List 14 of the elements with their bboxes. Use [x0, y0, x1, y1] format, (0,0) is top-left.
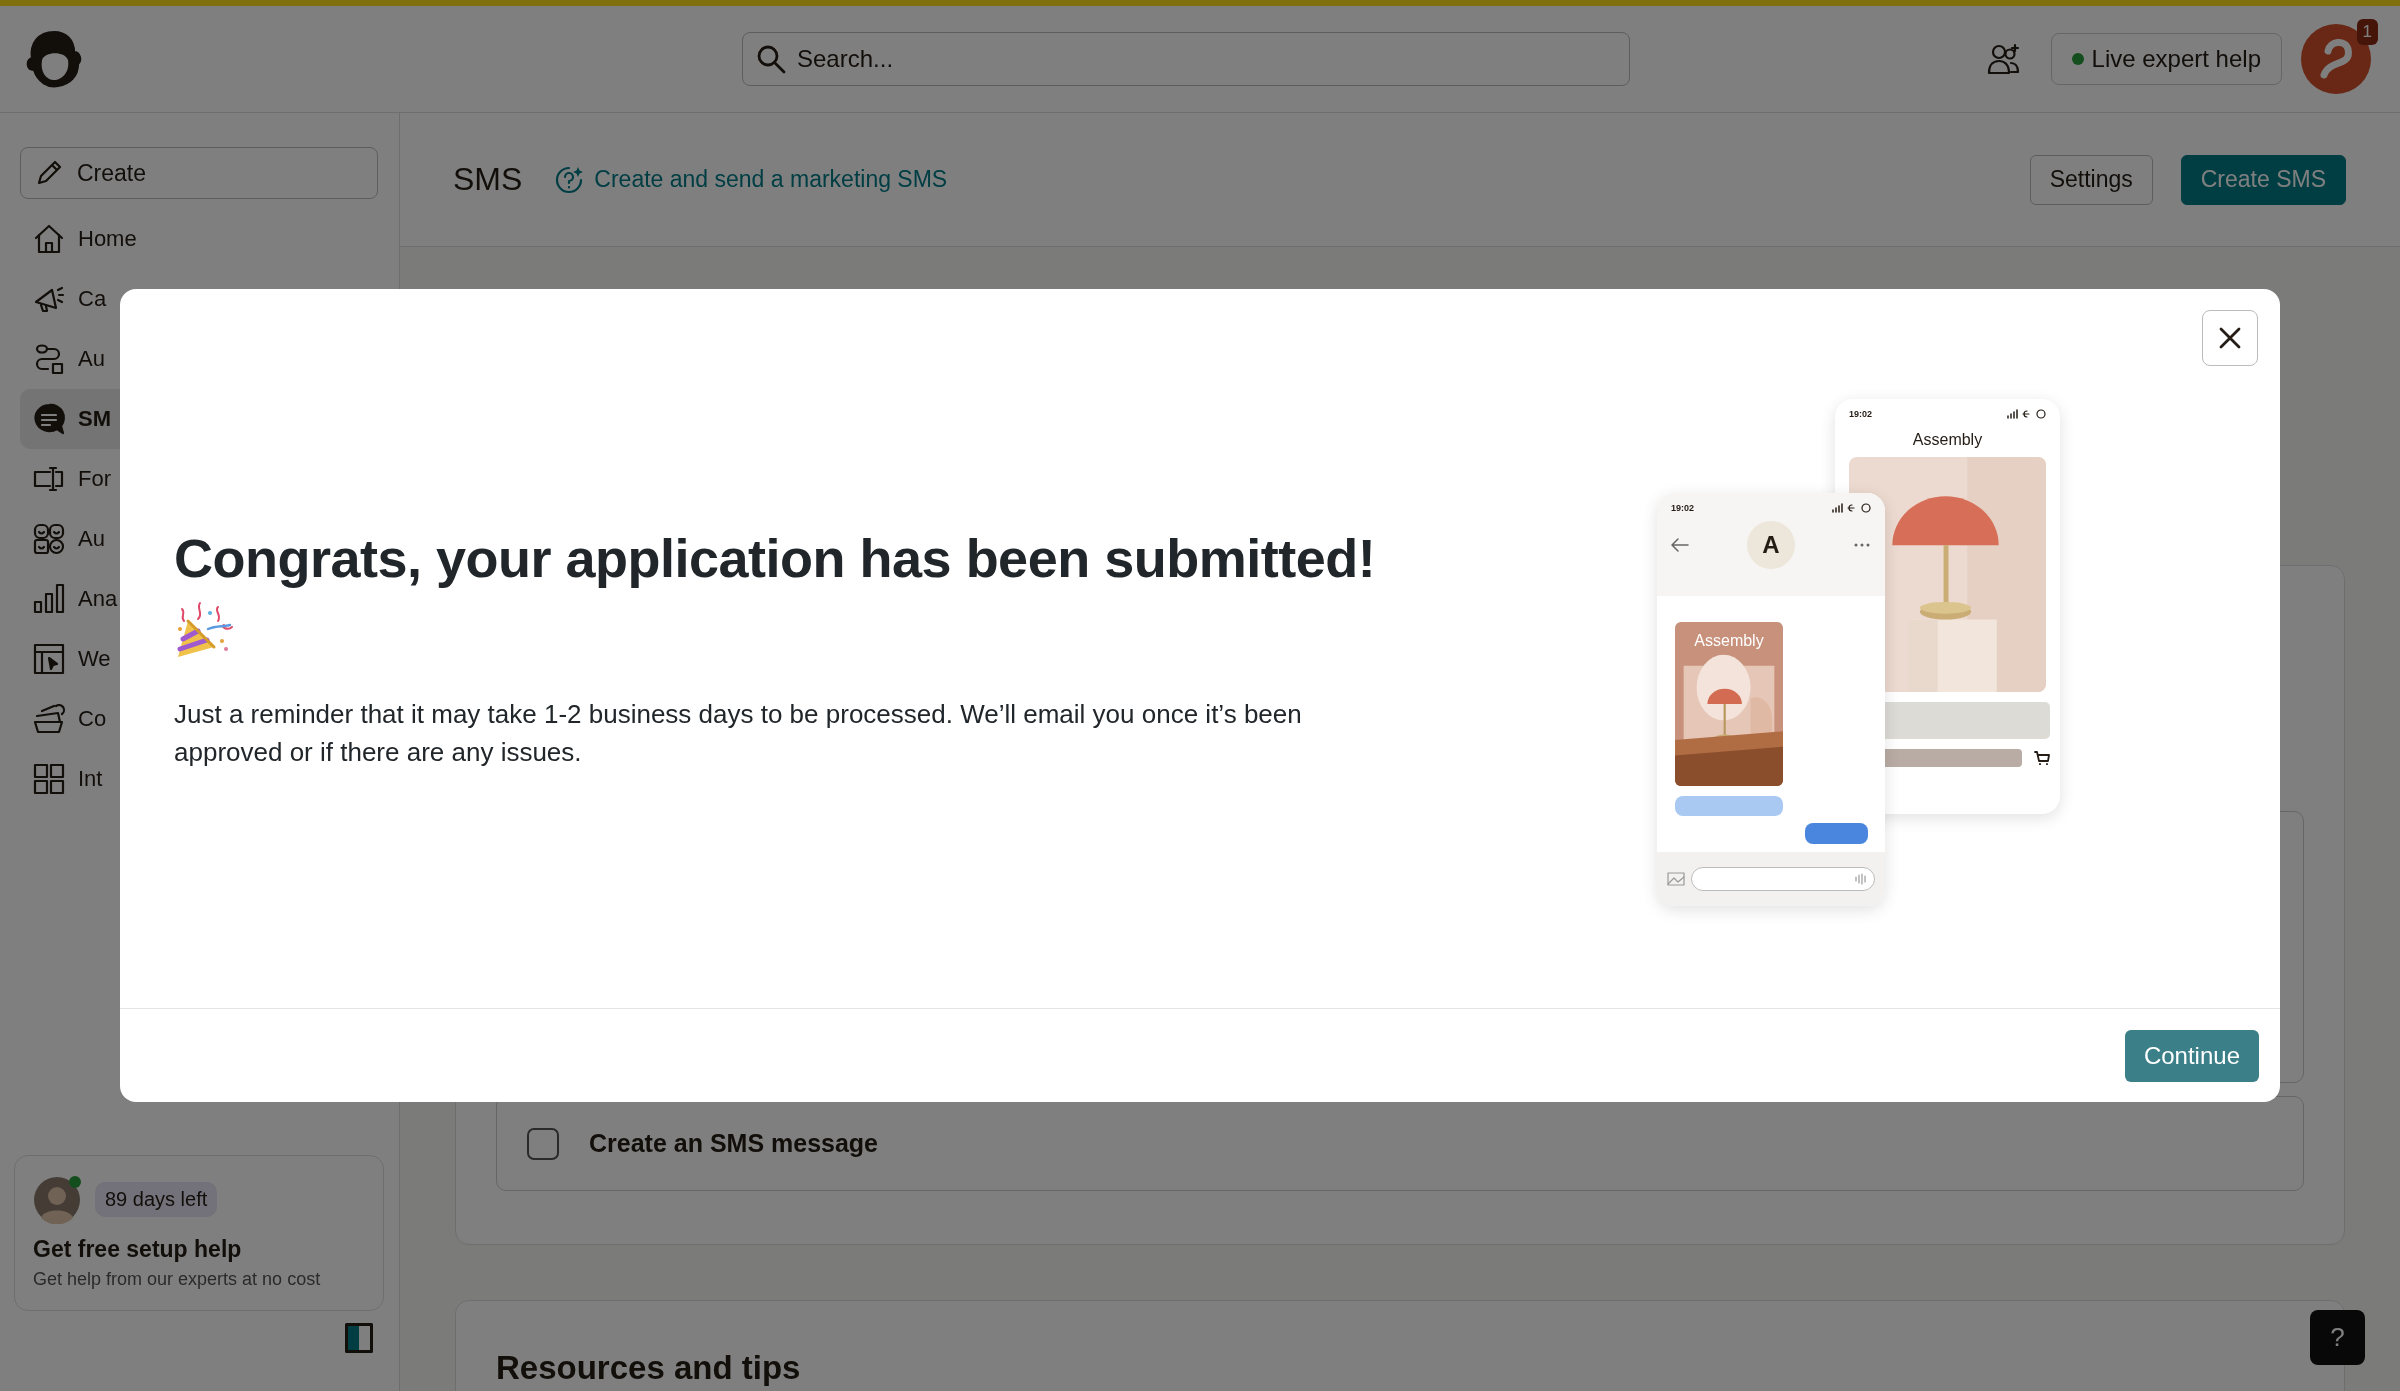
- card-subtitle: Get help from our experts at no cost: [33, 1269, 322, 1290]
- section-title: Resources and tips: [496, 1349, 801, 1386]
- days-left-badge: 89 days left: [95, 1181, 218, 1217]
- card-title: Get free setup help: [33, 1236, 243, 1263]
- modal-title: Congrats, your application has been submitted!: [174, 526, 1377, 589]
- page-title: SMS: [453, 161, 523, 198]
- message-card-title: Assembly: [1693, 631, 1765, 650]
- contact-avatar: A: [1747, 520, 1795, 569]
- phone-title: Assembly: [1911, 430, 1984, 449]
- modal-message: Just a reminder that it may take 1-2 business days to be processed. We’ll email you once it’s been approved or if there are any issues.: [174, 697, 1303, 769]
- checklist-label: Create an SMS message: [589, 1129, 879, 1158]
- notification-badge: 1: [2356, 19, 2378, 45]
- phone-time: 19:02: [1849, 408, 1873, 419]
- phone-time: 19:02: [1671, 502, 1695, 513]
